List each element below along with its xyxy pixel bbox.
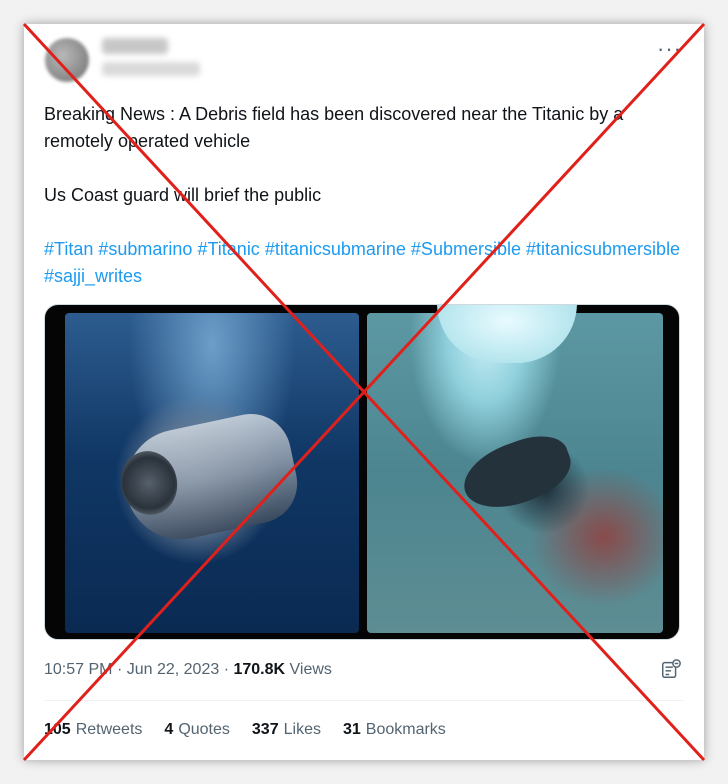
bookmarks-stat[interactable]: 31 Bookmarks	[343, 721, 446, 739]
retweets-label: Retweets	[75, 721, 143, 738]
hashtag-link[interactable]: #titanicsubmersible	[526, 239, 680, 259]
divider	[44, 700, 684, 701]
views-count: 170.8K	[233, 661, 286, 678]
hashtag-link[interactable]: #titanicsubmarine	[265, 239, 406, 259]
bookmarks-label: Bookmarks	[365, 721, 446, 738]
author-handle-redacted[interactable]	[102, 62, 200, 76]
likes-label: Likes	[283, 721, 321, 738]
tweet-text-line2: Us Coast guard will brief the public	[44, 185, 322, 205]
tweet-date[interactable]: Jun 22, 2023	[127, 661, 220, 678]
likes-stat[interactable]: 337 Likes	[252, 721, 321, 739]
hashtag-link[interactable]: #Titan	[44, 239, 93, 259]
author-name-redacted[interactable]	[102, 38, 168, 54]
likes-count: 337	[251, 721, 279, 738]
submersible-photo[interactable]	[65, 313, 359, 633]
hashtag-link[interactable]: #Submersible	[411, 239, 521, 259]
tweet-text-line1: Breaking News : A Debris field has been …	[44, 104, 624, 151]
quotes-count: 4	[164, 721, 174, 738]
quotes-label: Quotes	[178, 721, 230, 738]
more-options-button[interactable]: ···	[657, 36, 682, 62]
debris-photo[interactable]	[367, 305, 663, 633]
tweet-card: ··· Breaking News : A Debris field has b…	[24, 24, 704, 760]
bookmarks-count: 31	[342, 721, 361, 738]
engagement-stats: 105 Retweets 4 Quotes 337 Likes 31 Bookmarks	[44, 721, 468, 739]
tweet-text: Breaking News : A Debris field has been …	[44, 101, 689, 290]
retweets-stat[interactable]: 105 Retweets	[44, 721, 142, 739]
more-dots-icon: ···	[657, 36, 682, 61]
analytics-icon[interactable]	[660, 658, 682, 680]
tweet-meta: 10:57 PM · Jun 22, 2023 · 170.8K Views	[44, 661, 332, 678]
tweet-time[interactable]: 10:57 PM	[44, 661, 112, 678]
hashtags: #Titan #submarino #Titanic #titanicsubma…	[44, 236, 689, 290]
avatar[interactable]	[45, 38, 89, 82]
views-label: Views	[289, 661, 332, 678]
hashtag-link[interactable]: #Titanic	[197, 239, 259, 259]
quotes-stat[interactable]: 4 Quotes	[164, 721, 230, 739]
hashtag-link[interactable]: #submarino	[98, 239, 192, 259]
tweet-media[interactable]	[44, 304, 680, 640]
hashtag-link[interactable]: #sajji_writes	[44, 266, 142, 286]
retweets-count: 105	[44, 721, 71, 738]
